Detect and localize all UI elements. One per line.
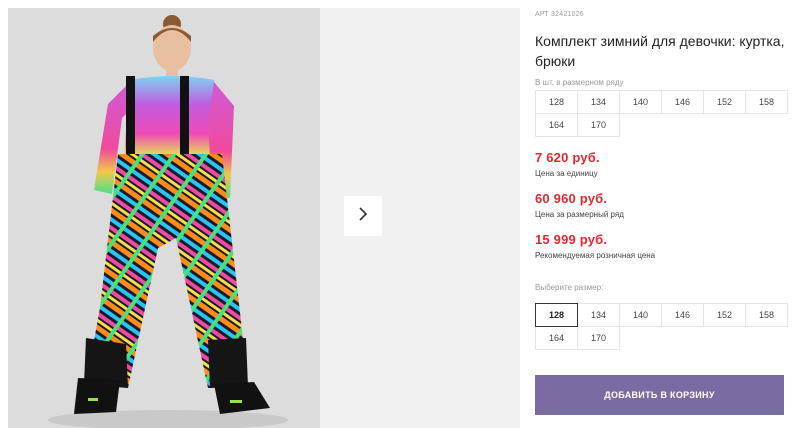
size-option-selected[interactable]: 128	[535, 303, 578, 327]
size-option[interactable]: 140	[619, 303, 662, 327]
pack-sizes-label: В шт. в размерном ряду	[535, 78, 624, 87]
size-option[interactable]: 134	[577, 303, 620, 327]
size-select-label: Выберите размер:	[535, 283, 604, 292]
pack-size-cell: 128	[535, 90, 578, 114]
size-option[interactable]: 152	[703, 303, 746, 327]
retail-price-label: Рекомендуемая розничная цена	[535, 251, 656, 260]
pack-size-cell: 134	[577, 90, 620, 114]
add-to-cart-button[interactable]: ДОБАВИТЬ В КОРЗИНУ	[535, 375, 784, 415]
size-option[interactable]: 146	[661, 303, 704, 327]
product-image	[8, 8, 320, 428]
pack-size-cell: 152	[703, 90, 746, 114]
size-option[interactable]: 170	[577, 326, 620, 350]
chevron-right-icon	[357, 206, 369, 227]
size-option[interactable]: 158	[745, 303, 788, 327]
retail-price: 15 999 руб.	[535, 232, 608, 247]
pack-sizes-grid: 128 134 140 146 152 158 164 170	[535, 90, 788, 137]
pack-size-cell: 146	[661, 90, 704, 114]
pack-size-cell: 158	[745, 90, 788, 114]
pack-size-cell: 164	[535, 113, 578, 137]
size-option[interactable]: 164	[535, 326, 578, 350]
unit-price: 7 620 руб.	[535, 150, 600, 165]
product-photo-illustration	[8, 8, 320, 428]
product-title: Комплект зимний для девочки: куртка, брю…	[535, 33, 785, 69]
row-price: 60 960 руб.	[535, 191, 608, 206]
unit-price-label: Цена за единицу	[535, 169, 598, 178]
gallery-next-button[interactable]	[344, 196, 382, 236]
size-select-grid: 128 134 140 146 152 158 164 170	[535, 303, 788, 350]
pack-size-cell: 170	[577, 113, 620, 137]
pack-size-cell: 140	[619, 90, 662, 114]
article-number: АРТ 32421026	[535, 11, 584, 18]
row-price-label: Цена за размерный ряд	[535, 210, 624, 219]
